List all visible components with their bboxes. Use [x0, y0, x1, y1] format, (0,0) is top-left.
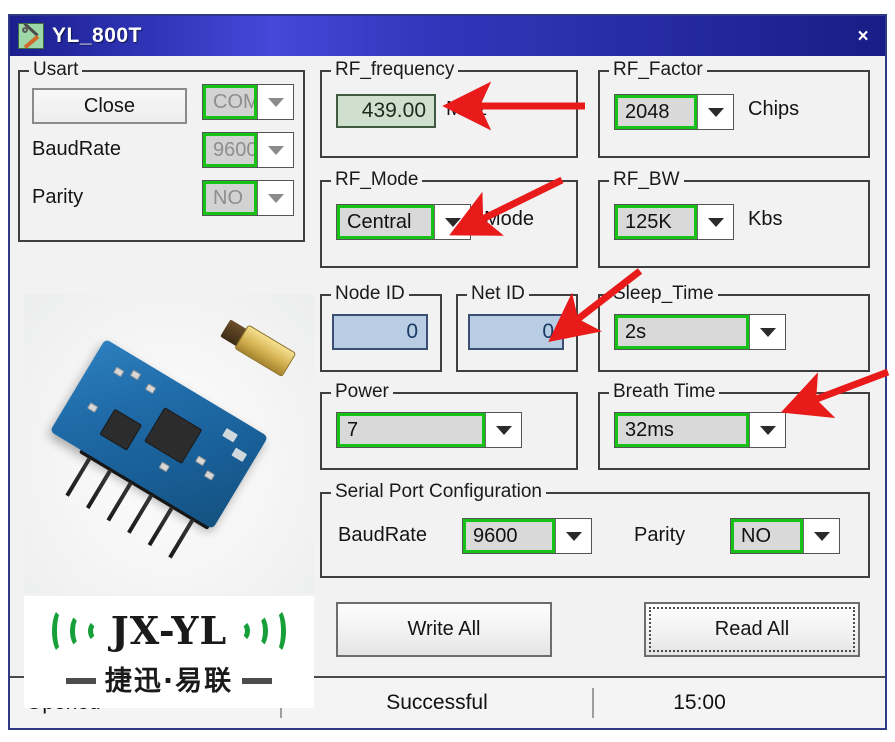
sleep-time-combo[interactable]: 2s	[614, 314, 786, 350]
sleep-time-value: 2s	[615, 315, 749, 349]
sleep-time-legend: Sleep_Time	[609, 284, 718, 303]
rf-factor-value: 2048	[615, 95, 697, 129]
breath-time-value: 32ms	[615, 413, 749, 447]
jx-yl-logo: JX-YL 捷迅·易联	[24, 596, 314, 708]
breath-time-group: Breath Time 32ms	[598, 382, 870, 470]
sleep-time-group: Sleep_Time 2s	[598, 284, 870, 372]
rf-factor-unit: Chips	[748, 98, 800, 120]
power-value: 7	[337, 413, 485, 447]
serial-baudrate-combo[interactable]: 9600	[462, 518, 592, 554]
serial-parity-combo[interactable]: NO	[730, 518, 840, 554]
rf-frequency-group: RF_frequency 439.00 MHz	[320, 60, 578, 158]
chevron-down-icon[interactable]	[697, 205, 733, 239]
chevron-down-icon[interactable]	[749, 315, 785, 349]
serial-parity-value: NO	[731, 519, 803, 553]
chevron-down-icon[interactable]	[697, 95, 733, 129]
status-result: Successful	[386, 691, 488, 714]
close-icon[interactable]: ×	[851, 25, 875, 47]
logo-dash-right	[242, 678, 273, 684]
rf-bw-unit: Kbs	[748, 208, 783, 230]
rf-mode-unit: Mode	[484, 208, 535, 230]
rf-bw-combo[interactable]: 125K	[614, 204, 734, 240]
chevron-down-icon[interactable]	[257, 181, 293, 215]
power-group: Power 7	[320, 382, 578, 470]
read-all-button[interactable]: Read All	[644, 602, 860, 657]
rf-bw-group: RF_BW 125K Kbs	[598, 170, 870, 268]
serial-baudrate-label: BaudRate	[338, 524, 427, 546]
rf-factor-legend: RF_Factor	[609, 60, 707, 79]
usart-parity-value: NO	[203, 181, 257, 215]
chevron-down-icon[interactable]	[803, 519, 839, 553]
rf-factor-group: RF_Factor 2048 Chips	[598, 60, 870, 158]
rf-mode-group: RF_Mode Central Mode	[320, 170, 578, 268]
usart-close-button-label: Close	[83, 94, 136, 117]
chevron-down-icon[interactable]	[434, 205, 470, 239]
rf-mode-value: Central	[337, 205, 434, 239]
chevron-down-icon[interactable]	[555, 519, 591, 553]
power-combo[interactable]: 7	[336, 412, 522, 448]
power-legend: Power	[331, 382, 393, 401]
window-title: YL_800T	[52, 24, 142, 47]
write-all-button[interactable]: Write All	[336, 602, 552, 657]
node-id-input[interactable]: 0	[332, 314, 428, 350]
net-id-legend: Net ID	[467, 284, 529, 303]
rf-frequency-input[interactable]: 439.00	[336, 94, 436, 128]
usart-parity-combo[interactable]: NO	[202, 180, 294, 216]
usart-port-combo[interactable]: COM3	[202, 84, 294, 120]
serial-port-legend: Serial Port Configuration	[331, 482, 546, 501]
node-id-legend: Node ID	[331, 284, 409, 303]
rf-bw-legend: RF_BW	[609, 170, 684, 189]
serial-port-configuration-group: Serial Port Configuration BaudRate 9600 …	[320, 482, 870, 578]
rf-factor-combo[interactable]: 2048	[614, 94, 734, 130]
application-window: YL_800T × Usart Close COM3 BaudRate 9600	[8, 14, 887, 730]
serial-parity-label: Parity	[634, 524, 686, 546]
serial-baudrate-value: 9600	[463, 519, 555, 553]
usart-port-value: COM3	[203, 85, 257, 119]
breath-time-legend: Breath Time	[609, 382, 720, 401]
rf-frequency-unit: MHz	[446, 98, 488, 120]
breath-time-combo[interactable]: 32ms	[614, 412, 786, 448]
net-id-group: Net ID 0	[456, 284, 578, 372]
node-id-group: Node ID 0	[320, 284, 442, 372]
usart-baudrate-label: BaudRate	[32, 138, 121, 160]
usart-group-legend: Usart	[29, 60, 83, 79]
net-id-input[interactable]: 0	[468, 314, 564, 350]
logo-brand-text: JX-YL	[110, 608, 228, 653]
rf-mode-combo[interactable]: Central	[336, 204, 471, 240]
chevron-down-icon[interactable]	[257, 85, 293, 119]
usart-baudrate-value: 9600	[203, 133, 257, 167]
usart-group: Usart Close COM3 BaudRate 9600 Parity NO	[18, 60, 305, 242]
wrench-tools-icon	[18, 23, 44, 49]
usart-baudrate-combo[interactable]: 9600	[202, 132, 294, 168]
logo-dash-left	[65, 678, 96, 684]
usart-close-button[interactable]: Close	[32, 88, 187, 124]
status-time: 15:00	[673, 691, 726, 714]
read-all-button-label: Read All	[714, 618, 790, 640]
chevron-down-icon[interactable]	[485, 413, 521, 447]
rf-module-photo	[24, 294, 314, 594]
logo-chinese-text: 捷迅·易联	[104, 665, 234, 697]
client-area: Usart Close COM3 BaudRate 9600 Parity NO	[10, 56, 885, 708]
chevron-down-icon[interactable]	[257, 133, 293, 167]
signal-wave-left-icon	[51, 603, 106, 659]
signal-wave-right-icon	[232, 603, 287, 659]
rf-mode-legend: RF_Mode	[331, 170, 423, 189]
screenshot-root: YL_800T × Usart Close COM3 BaudRate 9600	[0, 0, 895, 742]
sma-antenna-connector	[218, 315, 297, 379]
usart-parity-label: Parity	[32, 186, 84, 208]
rf-frequency-legend: RF_frequency	[331, 60, 459, 79]
chevron-down-icon[interactable]	[749, 413, 785, 447]
write-all-button-label: Write All	[407, 618, 481, 640]
rf-bw-value: 125K	[615, 205, 697, 239]
title-bar: YL_800T ×	[10, 16, 885, 56]
